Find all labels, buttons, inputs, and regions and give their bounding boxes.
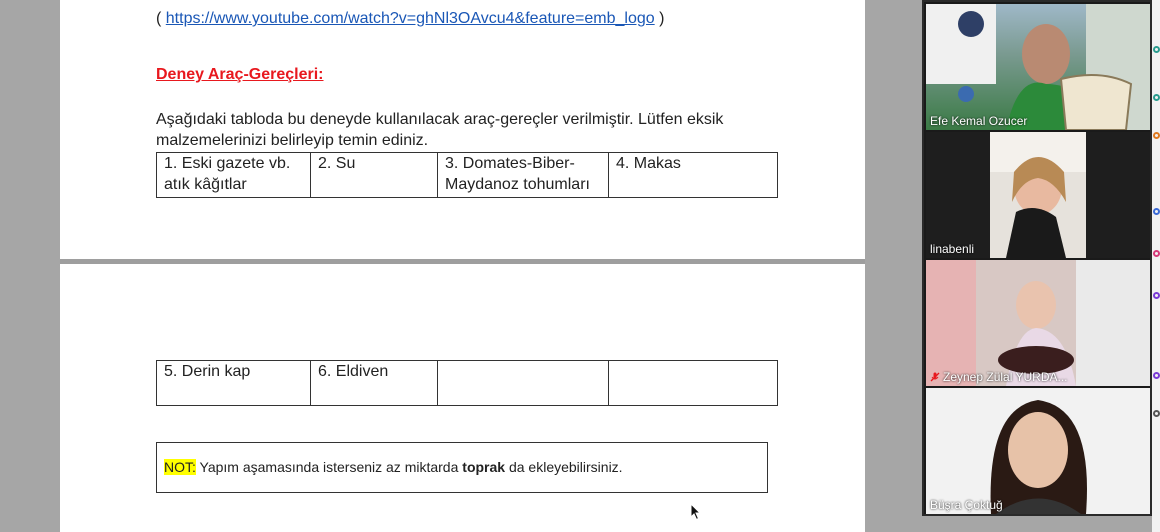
note-text: NOT: Yapım aşamasında isterseniz az mikt…	[164, 459, 623, 475]
table-cell: 6. Eldiven	[310, 360, 438, 406]
table-row: 5. Derin kap 6. Eldiven	[156, 360, 778, 406]
video-link-line: ( https://www.youtube.com/watch?v=ghNl3O…	[156, 10, 664, 28]
participant-name: Efe Kemal Ozucer	[930, 114, 1028, 128]
toolbar-icon[interactable]	[1153, 208, 1160, 215]
materials-table-top: 1. Eski gazete vb. atık kâğıtlar 2. Su 3…	[156, 152, 778, 198]
video-tile-1[interactable]: Efe Kemal Ozucer	[926, 4, 1150, 130]
note-bold-word: toprak	[462, 459, 506, 475]
instructions-paragraph: Aşağıdaki tabloda bu deneyde kullanılaca…	[156, 111, 724, 149]
link-close-paren: )	[654, 10, 665, 27]
toolbar-icon[interactable]	[1153, 250, 1160, 257]
note-text-before: Yapım aşamasında isterseniz az miktarda	[195, 459, 463, 475]
participant-video-icon	[990, 400, 1087, 514]
table-cell	[437, 360, 609, 406]
materials-table-bottom: 5. Derin kap 6. Eldiven	[156, 360, 778, 406]
table-row: 1. Eski gazete vb. atık kâğıtlar 2. Su 3…	[156, 152, 778, 198]
note-box: NOT: Yapım aşamasında isterseniz az mikt…	[156, 442, 768, 493]
right-toolbar-strip	[1152, 0, 1160, 532]
video-tile-2[interactable]: linabenli	[926, 132, 1150, 258]
muted-mic-icon	[930, 372, 940, 382]
participant-video-icon	[926, 260, 1150, 386]
document-page-2: 5. Derin kap 6. Eldiven NOT: Yapım aşama…	[60, 264, 865, 532]
participant-name: linabenli	[930, 242, 975, 256]
table-cell: 5. Derin kap	[156, 360, 311, 406]
video-gallery-panel: Efe Kemal Ozucer linabenli Zeynep Zülal …	[922, 0, 1152, 516]
participant-name: Zeynep Zülal YURDA...	[930, 370, 1068, 384]
mouse-cursor-icon	[690, 503, 702, 521]
table-cell: 1. Eski gazete vb. atık kâğıtlar	[156, 152, 311, 198]
participant-name-text: Zeynep Zülal YURDA...	[943, 370, 1068, 384]
document-page-1: ( https://www.youtube.com/watch?v=ghNl3O…	[60, 0, 865, 259]
note-text-after: da ekleyebilirsiniz.	[505, 459, 623, 475]
toolbar-icon[interactable]	[1153, 46, 1160, 53]
participant-video-icon	[990, 132, 1086, 258]
video-tile-4[interactable]: Büşra Çoktuğ	[926, 388, 1150, 514]
table-cell: 2. Su	[310, 152, 438, 198]
section-heading: Deney Araç-Gereçleri:	[156, 66, 324, 83]
table-cell: 3. Domates-Biber-Maydanoz tohumları	[437, 152, 609, 198]
toolbar-icon[interactable]	[1153, 94, 1160, 101]
youtube-link[interactable]: https://www.youtube.com/watch?v=ghNl3OAv…	[166, 10, 655, 27]
link-open-paren: (	[156, 10, 166, 27]
participant-name: Büşra Çoktuğ	[930, 498, 1003, 512]
video-tile-3[interactable]: Zeynep Zülal YURDA...	[926, 260, 1150, 386]
toolbar-icon[interactable]	[1153, 292, 1160, 299]
participant-video-icon	[926, 4, 1150, 130]
table-cell: 4. Makas	[608, 152, 778, 198]
table-cell	[608, 360, 778, 406]
toolbar-icon[interactable]	[1153, 410, 1160, 417]
toolbar-icon[interactable]	[1153, 132, 1160, 139]
note-label: NOT:	[164, 459, 196, 475]
toolbar-icon[interactable]	[1153, 372, 1160, 379]
